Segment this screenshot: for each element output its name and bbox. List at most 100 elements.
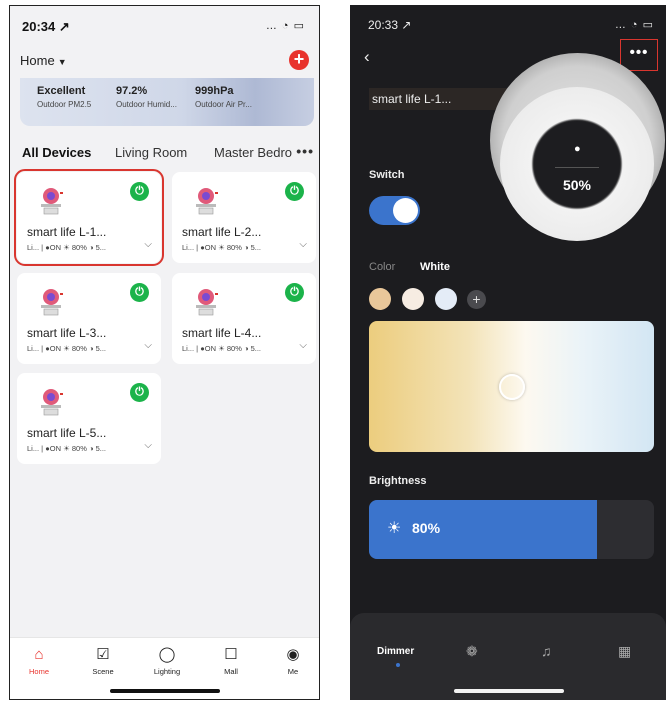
nav-label: Me	[287, 667, 299, 676]
add-swatch-button[interactable]: +	[467, 290, 486, 309]
nav-lighting[interactable]: ◯ Lighting	[142, 645, 192, 676]
music-icon[interactable]: ♫	[541, 643, 552, 659]
bag-icon: ☐	[224, 646, 238, 663]
nav-scene[interactable]: ☑ Scene	[78, 645, 128, 676]
weather-value: Excellent	[37, 85, 86, 97]
status-bar: 20:34 ↗ … ◔ ▭	[10, 6, 319, 44]
home-selector[interactable]: Home ▼	[20, 53, 67, 68]
nav-label: Scene	[92, 667, 114, 676]
weather-banner[interactable]: Excellent Outdoor PM2.5 97.2% Outdoor Hu…	[20, 78, 314, 126]
device-card[interactable]: ⏻ smart life L-2... Li... | ●ON ☀ 80% ◑ 5.…	[172, 172, 316, 263]
device-image-icon	[41, 188, 63, 215]
chevron-down-icon[interactable]: ⌵	[144, 239, 152, 250]
device-image-icon	[196, 289, 218, 316]
status-system-icons: … ◔ ▭	[614, 19, 654, 31]
power-button[interactable]: ⏻	[285, 182, 304, 201]
white-temperature-palette[interactable]	[369, 321, 654, 452]
weather-value: 97.2%	[116, 85, 148, 97]
device-status: Li... | ●ON ☀ 80% ◑ 5...	[182, 344, 262, 353]
tab-white[interactable]: White	[420, 261, 450, 273]
power-button[interactable]: ⏻	[130, 283, 149, 302]
weather-pm25: Excellent Outdoor PM2.5	[37, 85, 91, 109]
swatch-neutral[interactable]	[402, 288, 424, 310]
device-list-screen: 20:34 ↗ … ◔ ▭ Home ▼ + Excellent Outdoor …	[9, 5, 320, 700]
device-status: Li... | ●ON ☀ 80% ◑ 5...	[27, 444, 107, 453]
home-label: Home	[20, 53, 55, 68]
light-control-screen: 20:33 ↗ … ◔ ▭ ‹ ••• smart life L-1... ● …	[350, 5, 666, 700]
caret-down-icon: ▼	[57, 57, 67, 67]
nav-mall[interactable]: ☐ Mall	[206, 645, 256, 676]
add-device-button[interactable]: +	[289, 50, 309, 70]
bulb-icon: ◯	[158, 646, 176, 663]
toggle-knob	[393, 198, 418, 223]
weather-humidity: 97.2% Outdoor Humid...	[116, 85, 177, 109]
scene-icon: ☑	[96, 646, 110, 663]
tabs-more-icon[interactable]: •••	[296, 143, 314, 159]
nav-dimmer[interactable]: Dimmer	[377, 646, 414, 657]
more-options-button[interactable]: •••	[620, 39, 658, 71]
tab-color[interactable]: Color	[369, 261, 395, 273]
device-name: smart life L-2...	[182, 225, 262, 239]
device-image-icon	[41, 389, 63, 416]
device-card[interactable]: ⏻ smart life L-3... Li... | ●ON ☀ 80% ◑ 5.…	[17, 273, 161, 364]
ring-divider	[555, 167, 599, 168]
home-indicator	[110, 689, 220, 693]
power-button[interactable]: ⏻	[285, 283, 304, 302]
status-time: 20:33 ↗	[368, 18, 412, 32]
tab-all-devices[interactable]: All Devices	[22, 145, 91, 160]
device-name: smart life L-5...	[27, 426, 107, 440]
chevron-down-icon[interactable]: ⌵	[144, 440, 152, 451]
device-card[interactable]: ⏻ smart life L-1... Li... | ●ON ☀ 80% ◑ 5.…	[14, 169, 164, 266]
weather-label: Outdoor Humid...	[116, 100, 177, 109]
device-name: smart life L-4...	[182, 326, 262, 340]
swatch-cool[interactable]	[435, 288, 457, 310]
brightness-label: Brightness	[369, 475, 427, 487]
sun-icon: ☀	[387, 520, 402, 537]
room-tabs: All Devices Living Room Master Bedro •••	[22, 143, 314, 163]
device-status: Li... | ●ON ☀ 80% ◑ 5...	[27, 344, 107, 353]
device-card[interactable]: ⏻ smart life L-4... Li... | ●ON ☀ 80% ◑ 5.…	[172, 273, 316, 364]
switch-label: Switch	[369, 169, 405, 181]
status-time: 20:34 ↗	[22, 19, 70, 34]
tab-living-room[interactable]: Living Room	[115, 145, 187, 160]
palette-icon[interactable]: ❁	[466, 643, 478, 660]
weather-label: Outdoor Air Pr...	[195, 100, 252, 109]
tab-master-bedroom[interactable]: Master Bedro	[214, 145, 292, 160]
power-button[interactable]: ⏻	[130, 182, 149, 201]
bulb-icon: ●	[574, 143, 581, 155]
chevron-down-icon[interactable]: ⌵	[299, 239, 307, 250]
device-status: Li... | ●ON ☀ 80% ◑ 5...	[182, 243, 262, 252]
device-status: Li... | ●ON ☀ 80% ◑ 5...	[27, 243, 107, 252]
brightness-value: 80%	[412, 520, 441, 536]
nav-label: Mall	[224, 667, 238, 676]
power-toggle[interactable]	[369, 196, 420, 225]
back-icon[interactable]: ‹	[364, 47, 370, 67]
chevron-down-icon[interactable]: ⌵	[144, 340, 152, 351]
swatch-warm[interactable]	[369, 288, 391, 310]
grid-icon[interactable]: ▦	[618, 643, 631, 660]
ring-center	[534, 121, 620, 207]
device-card[interactable]: ⏻ smart life L-5... Li... | ●ON ☀ 80% ◑ 5.…	[17, 373, 161, 464]
palette-picker[interactable]	[499, 374, 525, 400]
home-icon: ⌂	[34, 646, 44, 663]
control-nav: Dimmer ❁ ♫ ▦	[350, 613, 666, 700]
weather-pressure: 999hPa Outdoor Air Pr...	[195, 85, 252, 109]
ring-percent: 50%	[562, 177, 592, 193]
brightness-fill	[369, 500, 597, 559]
screenshot-root: 20:34 ↗ … ◔ ▭ Home ▼ + Excellent Outdoor …	[0, 0, 670, 704]
power-button[interactable]: ⏻	[130, 383, 149, 402]
weather-value: 999hPa	[195, 85, 234, 97]
device-name: smart life L-1...	[27, 225, 107, 239]
device-name: smart life L-3...	[27, 326, 107, 340]
device-image-icon	[41, 289, 63, 316]
nav-me[interactable]: ◉ Me	[268, 645, 318, 676]
nav-home[interactable]: ⌂ Home	[14, 645, 64, 676]
chevron-down-icon[interactable]: ⌵	[299, 340, 307, 351]
profile-icon: ◉	[286, 646, 300, 663]
nav-label: Home	[28, 667, 49, 676]
status-system-icons: … ◔ ▭	[265, 20, 305, 32]
active-dot	[396, 663, 400, 667]
home-indicator	[454, 689, 564, 693]
device-image-icon	[196, 188, 218, 215]
brightness-slider[interactable]: ☀ 80%	[369, 500, 654, 559]
